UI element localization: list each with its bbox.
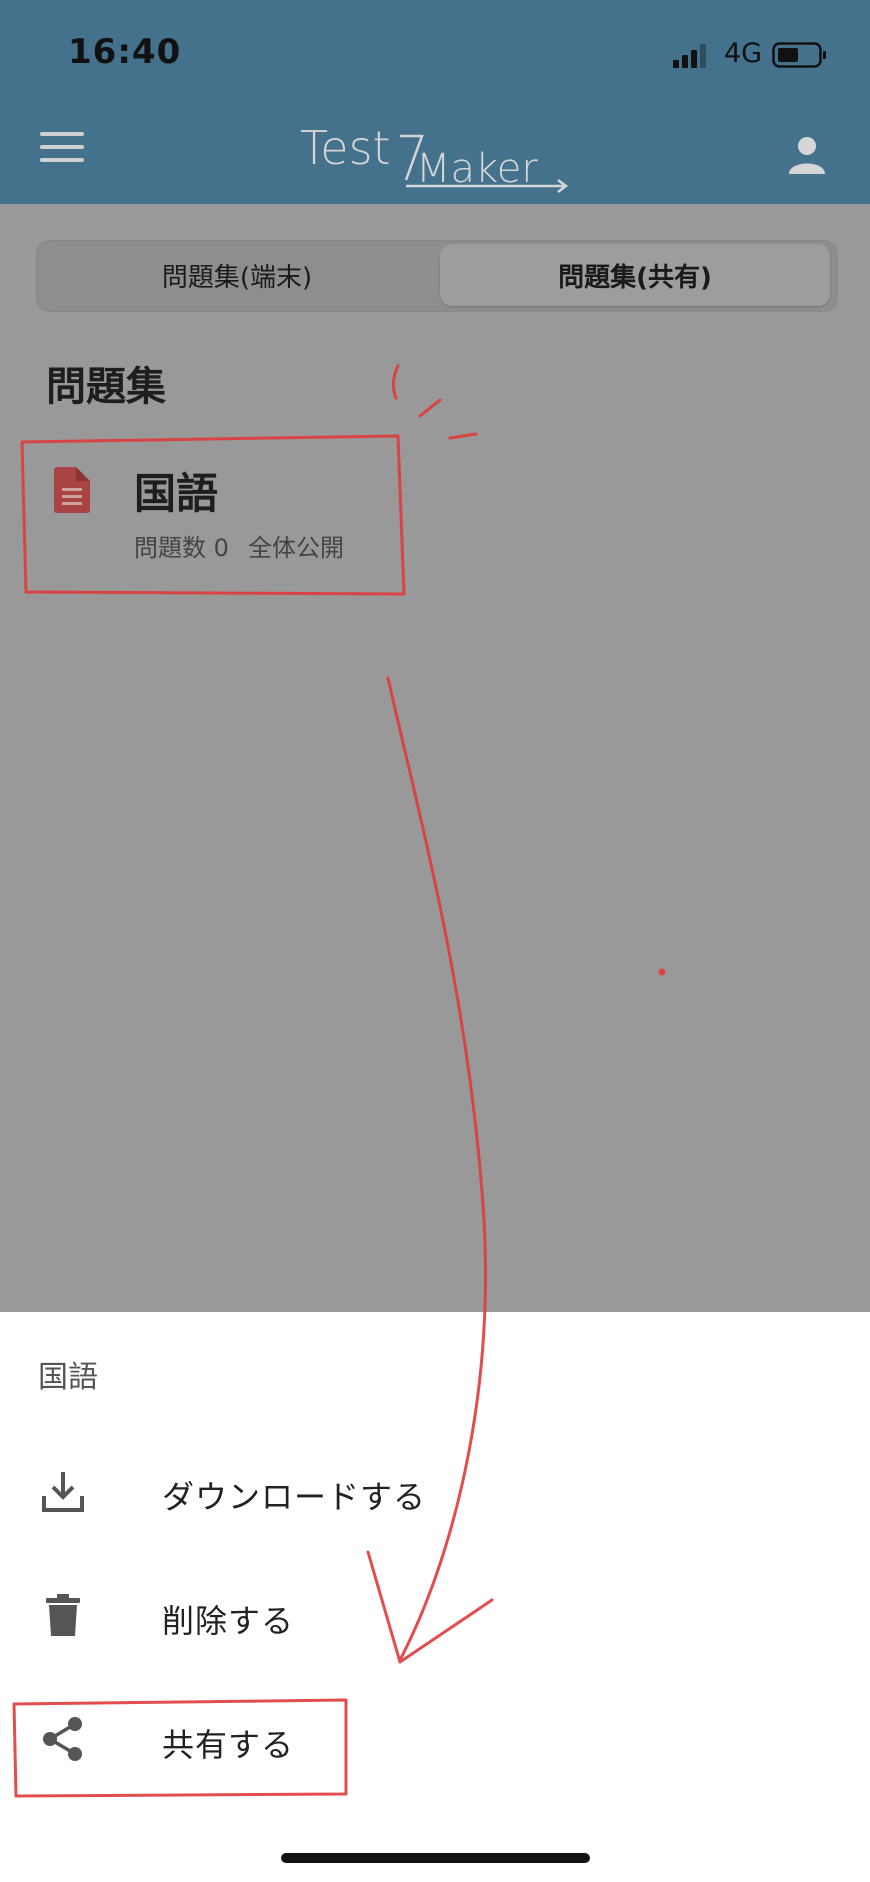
download-label: ダウンロードする [162, 1478, 427, 1516]
section-title: 問題集 [46, 364, 166, 410]
app-logo: Test Maker [300, 121, 569, 193]
logo-text: Test [300, 121, 391, 175]
network-type: 4G [724, 38, 763, 69]
status-bar: 16:40 4G [0, 0, 870, 104]
share-icon [43, 1717, 82, 1761]
sheet-title: 国語 [38, 1360, 98, 1395]
dimmed-content: 問題集(端末) 問題集(共有) 問題集 国語 問題数 0 全体公開 [0, 204, 870, 1312]
delete-label: 削除する [162, 1602, 295, 1640]
menu-icon [40, 132, 84, 136]
tab-shared-workbooks[interactable]: 問題集(共有) [440, 244, 830, 306]
workbook-question-count: 問題数 0 [134, 534, 229, 562]
workbook-title: 国語 [134, 469, 219, 518]
user-icon [789, 137, 825, 174]
share-label: 共有する [162, 1726, 295, 1764]
battery-icon [772, 42, 826, 68]
workbook-visibility: 全体公開 [248, 534, 344, 562]
delete-action[interactable]: 削除する [0, 1562, 870, 1672]
status-time: 16:40 [68, 32, 182, 72]
tab-local-workbooks[interactable]: 問題集(端末) [42, 244, 432, 306]
document-icon [54, 467, 90, 513]
download-icon [42, 1472, 84, 1512]
trash-icon [46, 1594, 80, 1636]
signal-icon [673, 44, 706, 68]
share-action[interactable]: 共有する [0, 1686, 870, 1796]
download-action[interactable]: ダウンロードする [0, 1438, 870, 1548]
profile-button[interactable] [786, 134, 828, 176]
menu-button[interactable] [40, 132, 84, 172]
segmented-control: 問題集(端末) 問題集(共有) [36, 240, 838, 312]
home-indicator [281, 1853, 590, 1863]
